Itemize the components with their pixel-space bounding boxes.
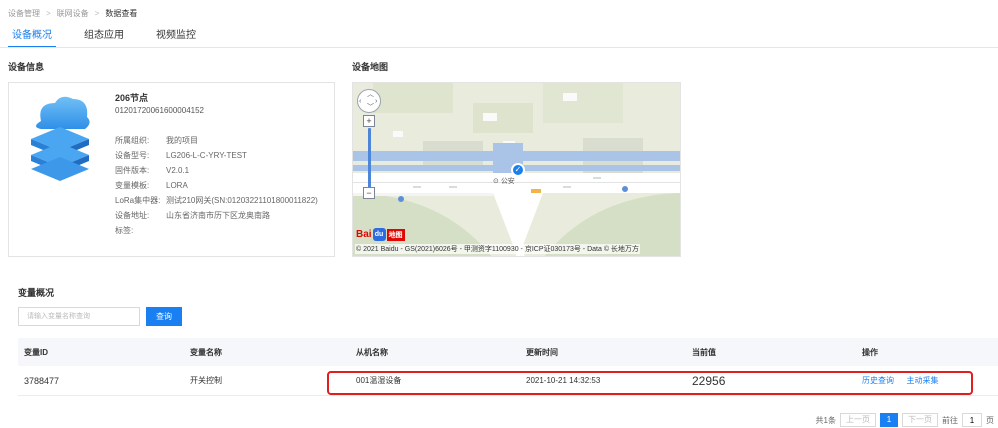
- cell-slave-name: 001温湿设备: [356, 376, 402, 385]
- map-zoom-slider[interactable]: [368, 128, 371, 190]
- field-tags: 标签:: [115, 223, 318, 238]
- table-header: 变量ID 变量名称 从机名称 更新时间 当前值 操作: [18, 338, 998, 366]
- device-serial: 01201720061600004152: [115, 106, 204, 115]
- field-label: 所属组织:: [115, 136, 150, 145]
- pagination-total: 共1条: [815, 415, 836, 425]
- baidu-paw-icon: du: [372, 228, 386, 241]
- tab-bar: 设备概况 组态应用 视频监控: [8, 26, 200, 48]
- field-value: LORA: [166, 181, 188, 190]
- device-info-card: 206节点 01201720061600004152 所属组织: 我的项目 设备…: [8, 82, 335, 257]
- column-header-variable-id: 变量ID: [24, 347, 48, 357]
- field-value: 测试210网关(SN:01203221101800011822): [166, 196, 318, 205]
- field-device-model: 设备型号: LG206-L-C-YRY-TEST: [115, 148, 318, 163]
- cell-update-time: 2021-10-21 14:32:53: [526, 376, 601, 385]
- breadcrumb-item-data-view: 数据查看: [105, 8, 138, 18]
- map-pan-control[interactable]: ︿ ﹀ ‹ ›: [357, 89, 381, 113]
- column-header-slave-name: 从机名称: [356, 347, 388, 357]
- field-variable-template: 变量模板: LORA: [115, 178, 318, 193]
- baidu-logo-map-label: 地图: [386, 228, 405, 241]
- device-location-marker[interactable]: ✓: [511, 163, 525, 177]
- map-zoom-in-button[interactable]: +: [363, 115, 375, 127]
- tab-device-overview[interactable]: 设备概况: [8, 26, 56, 48]
- field-lora-gateway: LoRa集中器: 测试210网关(SN:01203221101800011822…: [115, 193, 318, 208]
- field-label: 设备地址:: [115, 211, 150, 220]
- map-zoom-out-button[interactable]: −: [363, 187, 375, 199]
- device-name: 206节点: [115, 93, 149, 103]
- breadcrumb-item-networked-devices[interactable]: 联网设备: [57, 8, 89, 19]
- field-organization: 所属组织: 我的项目: [115, 133, 318, 148]
- cell-variable-name: 开关控制: [190, 376, 222, 385]
- breadcrumb: 设备管理 > 联网设备 > 数据查看: [8, 6, 137, 20]
- field-device-address: 设备地址: 山东省济南市历下区龙奥南路: [115, 208, 318, 223]
- tab-video-monitoring[interactable]: 视频监控: [152, 26, 200, 48]
- baidu-logo-text: Bai: [356, 229, 372, 240]
- device-map-title: 设备地图: [352, 62, 389, 72]
- field-label: 固件版本:: [115, 166, 150, 175]
- pagination: 共1条 上一页 1 下一页 前往 页: [816, 413, 994, 427]
- cell-variable-id: 3788477: [24, 375, 60, 386]
- device-fields: 所属组织: 我的项目 设备型号: LG206-L-C-YRY-TEST 固件版本…: [115, 133, 318, 238]
- history-query-link[interactable]: 历史查询: [862, 376, 894, 385]
- field-value: V2.0.1: [166, 166, 190, 175]
- page-unit-label: 页: [986, 415, 994, 425]
- device-info-title: 设备信息: [8, 62, 45, 72]
- column-header-update-time: 更新时间: [526, 347, 558, 357]
- device-map[interactable]: ︿ ﹀ ‹ › + − ✓ ⊙ 公安 Bai du 地图 © 2021 Baid…: [352, 82, 681, 257]
- variable-search-input[interactable]: [18, 307, 140, 326]
- column-header-current-value: 当前值: [692, 347, 716, 357]
- field-label: 设备型号:: [115, 151, 150, 160]
- map-copyright: © 2021 Baidu - GS(2021)6026号 - 甲测资字11009…: [355, 244, 640, 254]
- stacked-cloud-server-icon: [31, 96, 90, 181]
- field-value: 我的项目: [166, 136, 198, 145]
- variables-table: 变量ID 变量名称 从机名称 更新时间 当前值 操作 3788477 开关控制 …: [18, 338, 998, 396]
- breadcrumb-separator: >: [94, 8, 100, 18]
- field-value: LG206-L-C-YRY-TEST: [166, 151, 247, 160]
- cell-actions: 历史查询 主动采集: [856, 375, 998, 386]
- field-label: 变量模板:: [115, 181, 150, 190]
- variables-title: 变量概况: [18, 288, 55, 298]
- field-label: 标签:: [115, 226, 134, 235]
- breadcrumb-separator: >: [46, 8, 51, 18]
- map-poi-label: ⊙ 公安: [493, 178, 515, 185]
- breadcrumb-item-device-management[interactable]: 设备管理: [8, 8, 40, 19]
- column-header-actions: 操作: [862, 347, 878, 357]
- goto-page-input[interactable]: [962, 413, 982, 427]
- next-page-button[interactable]: 下一页: [902, 413, 938, 427]
- column-header-variable-name: 变量名称: [190, 347, 222, 357]
- field-firmware-version: 固件版本: V2.0.1: [115, 163, 318, 178]
- field-value: 山东省济南市历下区龙奥南路: [166, 211, 270, 220]
- query-button[interactable]: 查询: [146, 307, 182, 326]
- tab-configuration-app[interactable]: 组态应用: [80, 26, 128, 48]
- cell-current-value: 22956: [692, 373, 726, 388]
- baidu-map-logo: Bai du 地图: [356, 228, 405, 241]
- active-collect-link[interactable]: 主动采集: [907, 376, 939, 385]
- map-poi-name: 公安: [500, 178, 515, 185]
- page-number-current[interactable]: 1: [880, 413, 898, 427]
- goto-label: 前往: [942, 415, 958, 425]
- field-label: LoRa集中器:: [115, 196, 161, 205]
- table-row: 3788477 开关控制 001温湿设备 2021-10-21 14:32:53…: [18, 366, 998, 396]
- tab-divider: [0, 47, 998, 48]
- prev-page-button[interactable]: 上一页: [840, 413, 876, 427]
